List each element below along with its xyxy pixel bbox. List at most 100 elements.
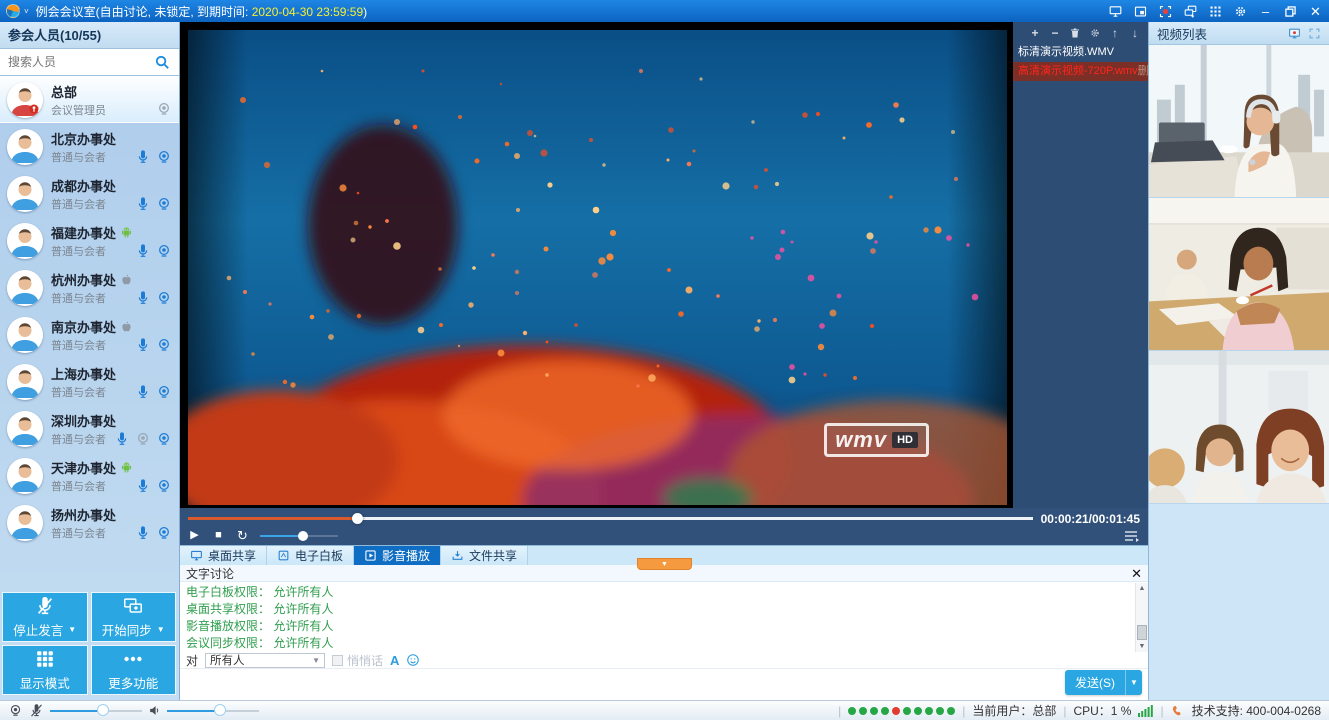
mic-icon[interactable] [135,196,151,212]
mic-icon[interactable] [135,337,151,353]
participant-row[interactable]: 北京办事处普通与会者 [0,123,179,170]
action-button-2[interactable]: 开始同步▼ [91,592,177,642]
participant-row[interactable]: 深圳办事处普通与会者 [0,405,179,452]
camera-idle-icon[interactable] [156,101,172,117]
playlist-toggle-icon[interactable] [1124,530,1140,542]
emoji-icon[interactable] [406,653,420,667]
layout-grid-icon [34,648,56,670]
chevron-down-icon[interactable]: ˅ [24,7,29,16]
play-button[interactable]: ▶ [188,530,201,541]
tab-1[interactable]: 桌面共享 [180,546,267,565]
participant-row[interactable]: 天津办事处普通与会者 [0,452,179,499]
mic-icon[interactable] [135,384,151,400]
mic-icon[interactable] [135,290,151,306]
chat-collapse-handle[interactable]: ▼ [637,558,692,570]
meeting-room-feed[interactable] [1149,198,1329,351]
record-icon[interactable] [1158,4,1173,19]
current-user: 当前用户：总部 [972,702,1056,719]
mic-muted-icon[interactable] [29,703,44,718]
window-icon[interactable] [1133,4,1148,19]
participant-row[interactable]: 南京办事处普通与会者 [0,311,179,358]
font-icon[interactable]: A [390,654,399,667]
camera-icon[interactable] [156,149,172,165]
message-input[interactable]: 发送(S) ▼ [180,669,1148,700]
participant-row[interactable]: 总部会议管理员 [0,76,179,123]
camera-icon[interactable] [156,337,172,353]
action-button-1[interactable]: 停止发言▼ [2,592,88,642]
recipient-select[interactable]: 所有人▼ [205,653,325,668]
meeting-app-window: ˅ 例会会议室(自由讨论, 未锁定, 到期时间: 2020-04-30 23:5… [0,0,1329,720]
camera-volume-handle[interactable] [97,704,109,716]
minimize-icon[interactable]: – [1258,4,1273,19]
camera-icon[interactable] [156,290,172,306]
scroll-thumb[interactable] [1137,625,1147,640]
whisper-checkbox[interactable] [332,655,343,666]
send-button[interactable]: 发送(S) ▼ [1065,670,1142,695]
tab-2[interactable]: 电子白板 [267,546,354,565]
volume-slider[interactable] [260,529,338,542]
search-input[interactable] [8,55,150,69]
participant-name: 上海办事处 [51,364,116,383]
move-up-icon[interactable]: ↑ [1109,27,1121,39]
screen-icon[interactable] [1108,4,1123,19]
webcam-icon[interactable] [8,703,23,718]
search-icon[interactable] [154,54,171,71]
remove-icon[interactable]: − [1049,27,1061,39]
close-icon[interactable]: ✕ [1308,4,1323,19]
seek-bar[interactable] [188,512,1033,525]
app-logo-icon[interactable] [6,4,20,18]
tab-4[interactable]: 文件共享 [441,546,528,565]
action-button-4[interactable]: 更多功能 [91,645,177,695]
camera-icon[interactable] [156,478,172,494]
camera-icon[interactable] [156,525,172,541]
scroll-up-icon[interactable]: ▲ [1136,583,1148,594]
whisper-option: 悄悄话 [332,652,383,669]
chat-scrollbar[interactable]: ▲ ▼ [1135,583,1148,652]
woman-with-headset-feed[interactable] [1149,45,1329,198]
speaker-volume-handle[interactable] [214,704,226,716]
delete-action[interactable]: 删除 [1138,62,1148,81]
participant-row[interactable]: 扬州办事处普通与会者 [0,499,179,546]
expand-icon[interactable] [1308,27,1321,40]
speaker-volume-slider[interactable] [167,704,259,717]
replay-button[interactable]: ↻ [236,529,249,542]
camera-icon[interactable] [156,243,172,259]
move-down-icon[interactable]: ↓ [1129,27,1141,39]
scroll-down-icon[interactable]: ▼ [1136,641,1148,652]
cascade-windows-icon[interactable] [1183,4,1198,19]
participant-row[interactable]: 福建办事处普通与会者 [0,217,179,264]
dither-grid-icon[interactable] [1208,4,1223,19]
participant-row[interactable]: 杭州办事处普通与会者 [0,264,179,311]
video-frame[interactable]: wmvHD [188,30,1007,505]
action-button-3[interactable]: 显示模式 [2,645,88,695]
seek-handle[interactable] [352,513,363,524]
camera-icon[interactable] [156,384,172,400]
participant-row[interactable]: 上海办事处普通与会者 [0,358,179,405]
playlist-item[interactable]: 标清演示视频.WMV [1013,43,1148,62]
mic-icon[interactable] [135,243,151,259]
trash-icon[interactable] [1069,27,1081,39]
camera-idle-icon[interactable] [135,431,151,447]
stop-button[interactable]: ■ [212,530,225,541]
camera-icon[interactable] [156,431,172,447]
smiling-group-feed[interactable] [1149,351,1329,504]
mic-icon[interactable] [114,431,130,447]
volume-handle[interactable] [298,531,308,541]
camera-volume-slider[interactable] [50,704,142,717]
camera-icon[interactable] [156,196,172,212]
mic-icon[interactable] [135,149,151,165]
monitor-icon[interactable] [1288,27,1301,40]
playlist-item[interactable]: 高清演示视频-720P.wmv删除 [1013,62,1148,81]
gear-icon[interactable] [1089,27,1101,39]
mic-icon[interactable] [135,478,151,494]
mic-icon[interactable] [135,525,151,541]
meeting-expiry-time: 2020-04-30 23:59:59 [252,5,363,19]
settings-gear-icon[interactable] [1233,4,1248,19]
add-icon[interactable]: + [1029,27,1041,39]
speaker-icon[interactable] [148,704,161,717]
participant-row[interactable]: 成都办事处普通与会者 [0,170,179,217]
close-icon[interactable]: ✕ [1131,567,1142,580]
restore-icon[interactable] [1283,4,1298,19]
tab-3[interactable]: 影音播放 [354,546,441,565]
send-options-chevron[interactable]: ▼ [1125,670,1142,695]
